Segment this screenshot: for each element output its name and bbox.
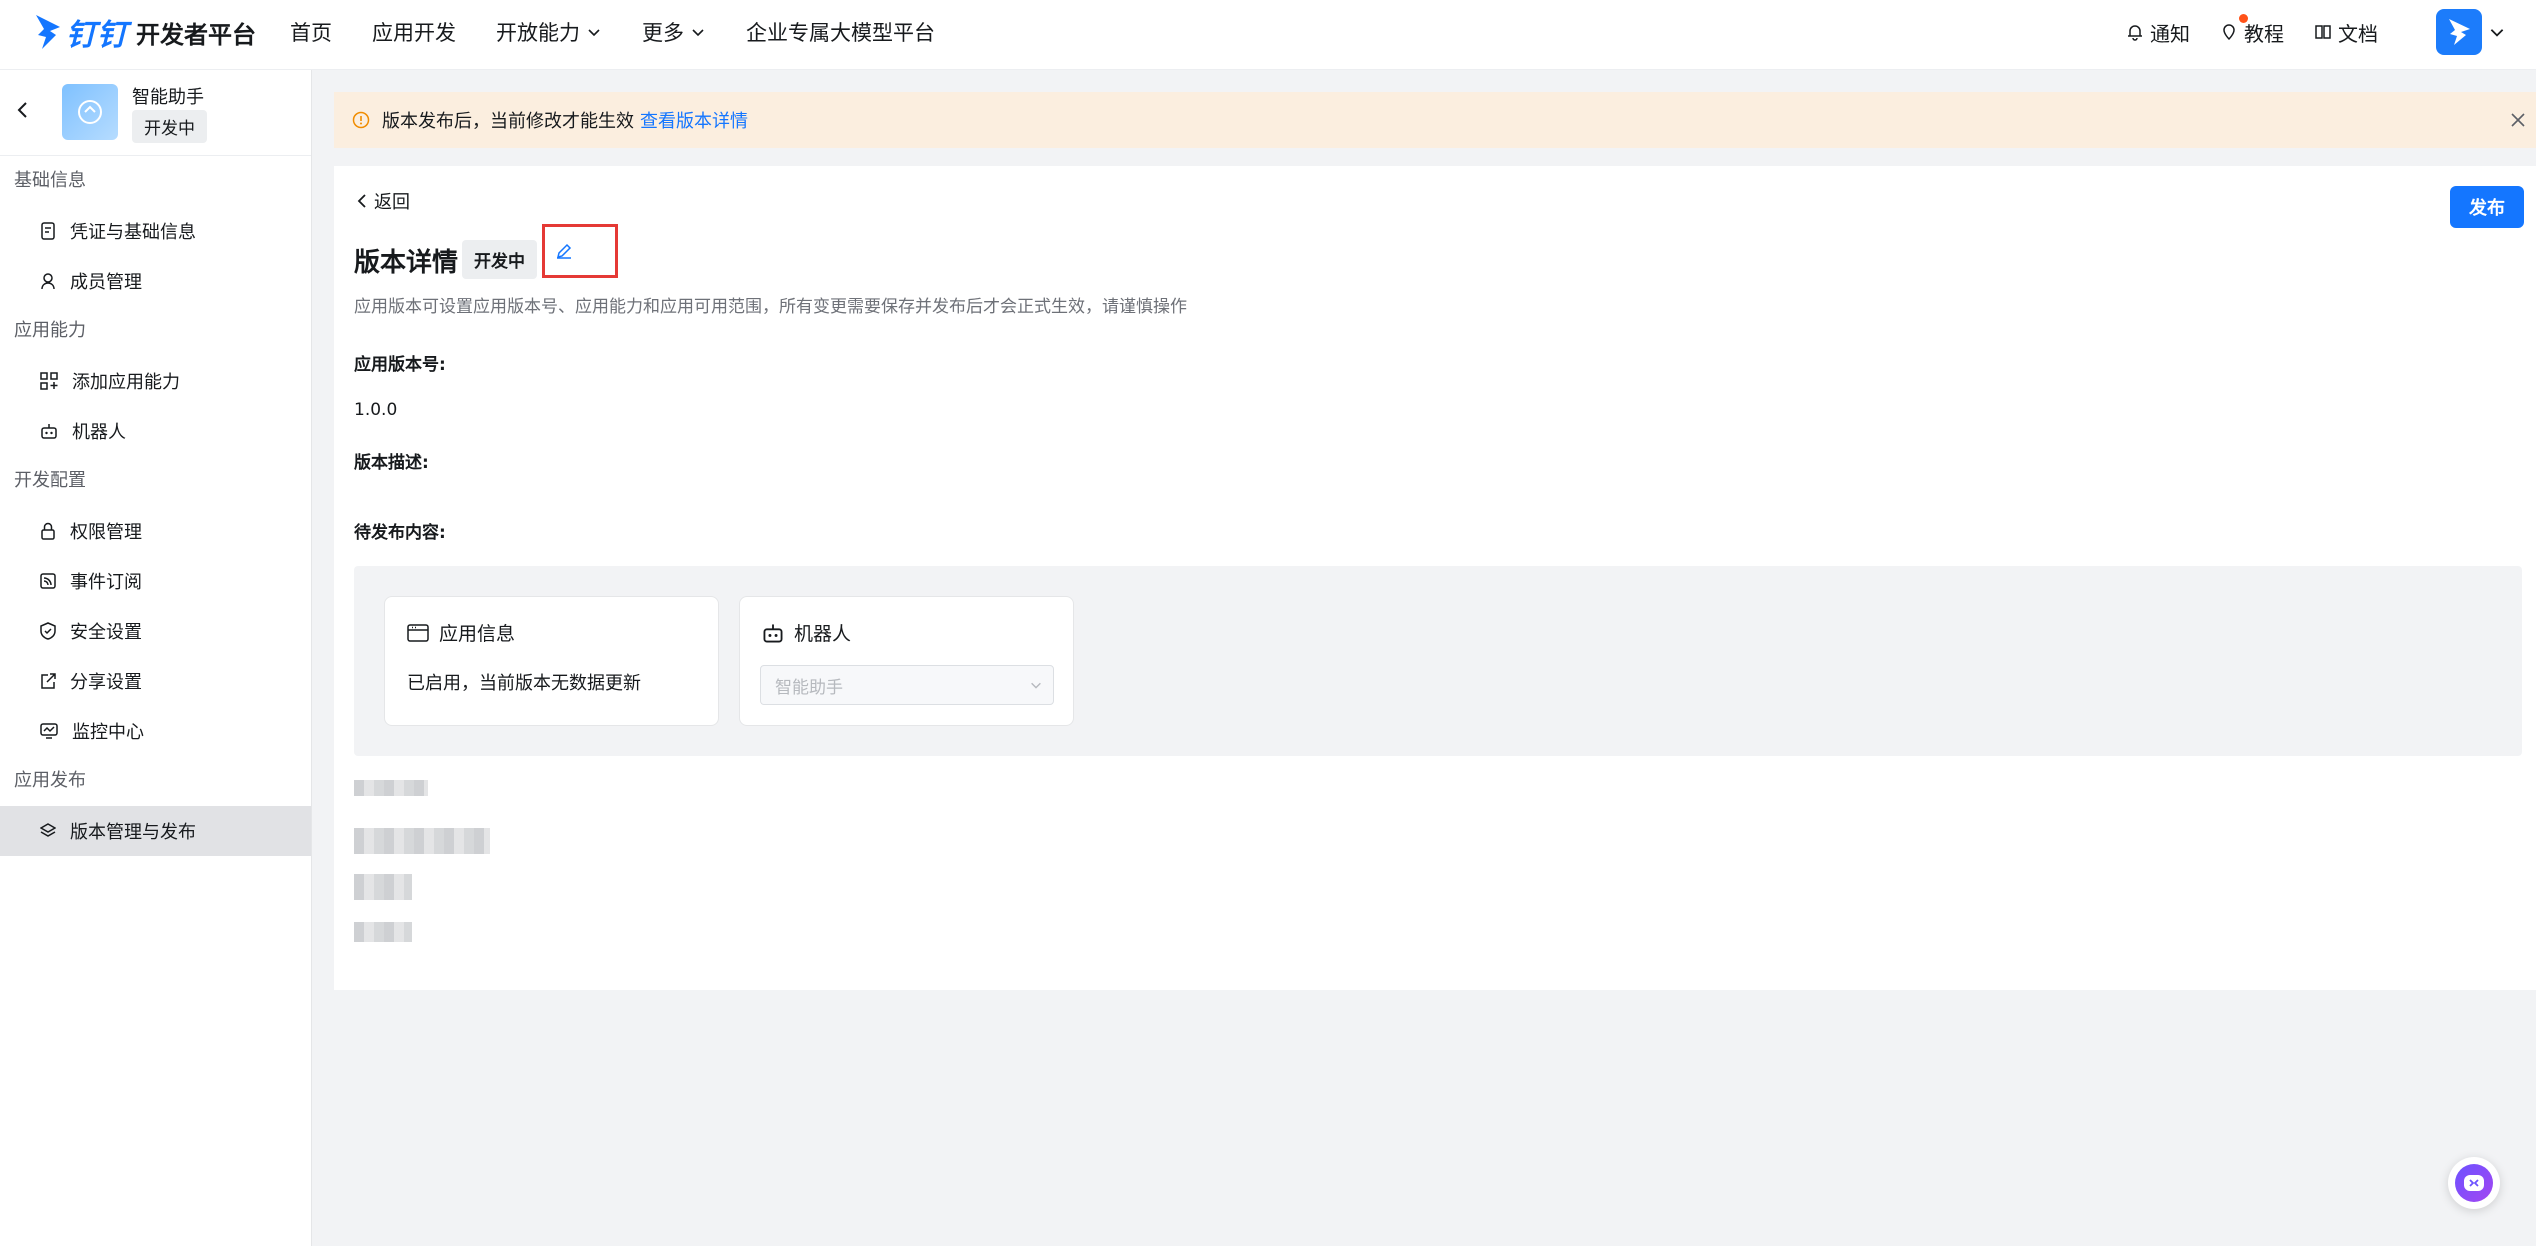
robot-title: 机器人 [762,619,851,646]
dingtalk-logo[interactable]: 钉钉 开发者平台 [34,12,256,53]
sidebar-item-share[interactable]: 分享设置 [0,656,311,706]
nav-home[interactable]: 首页 [290,17,332,47]
monitor-icon [40,723,58,739]
dingtalk-bird-icon [36,15,60,49]
info-icon [352,111,370,129]
main-nav: 首页 应用开发 开放能力 更多 企业专属大模型平台 [290,0,975,64]
notice-banner: 版本发布后，当前修改才能生效 查看版本详情 [334,92,2536,148]
logo-word: 钉钉 [66,18,128,53]
sidebar-item-robot[interactable]: 机器人 [0,406,311,456]
lock-icon [41,522,55,540]
rss-icon [40,573,56,589]
group-publish: 应用发布 [14,770,86,791]
sidebar-item-credentials[interactable]: 凭证与基础信息 [0,206,311,256]
sidebar-item-add-capability[interactable]: 添加应用能力 [0,356,311,406]
nav-more[interactable]: 更多 [642,17,706,47]
docs-button[interactable]: 文档 [2314,18,2378,47]
group-app-capability: 应用能力 [14,320,86,341]
robot-icon [763,623,783,642]
chevron-down-icon [588,29,600,37]
header-actions: 通知 教程 文档 [2126,0,2536,64]
nav-open-capability[interactable]: 开放能力 [496,17,602,47]
browser-window-icon [407,623,429,642]
platform-title: 开发者平台 [136,20,256,49]
app-header: 智能助手 开发中 [0,70,311,156]
app-status-badge: 开发中 [132,110,207,143]
shield-icon [40,622,56,640]
chevron-down-icon [692,29,704,37]
layers-icon [40,823,56,837]
back-arrow-icon[interactable] [16,100,30,120]
app-info-text: 已启用，当前版本无数据更新 [407,673,641,694]
redacted-block [354,922,412,942]
app-name: 智能助手 [132,87,204,108]
app-info-card: 应用信息 已启用，当前版本无数据更新 [384,596,719,726]
chevron-down-icon [2490,29,2504,37]
redacted-block [354,828,490,854]
sidebar-item-members[interactable]: 成员管理 [0,256,311,306]
pending-content-area: 应用信息 已启用，当前版本无数据更新 机器人 智能助手 [354,566,2522,756]
nav-enterprise-llm[interactable]: 企业专属大模型平台 [746,17,935,47]
assistant-float-button[interactable] [2448,1157,2500,1209]
pending-content-label: 待发布内容: [354,523,446,543]
page-title: 版本详情 [354,248,459,278]
version-number-label: 应用版本号: [354,355,446,375]
sidebar-item-events[interactable]: 事件订阅 [0,556,311,606]
sidebar-item-version-publish[interactable]: 版本管理与发布 [0,806,311,856]
sidebar-item-permissions[interactable]: 权限管理 [0,506,311,556]
chevron-down-icon [1031,682,1041,689]
app-icon [62,84,118,140]
robot-icon [41,424,57,439]
version-desc-label: 版本描述: [354,453,429,473]
sidebar-item-monitor[interactable]: 监控中心 [0,706,311,756]
robot-select[interactable]: 智能助手 [760,665,1054,705]
notice-text: 版本发布后，当前修改才能生效 [382,111,634,132]
share-icon [41,673,56,689]
view-version-link[interactable]: 查看版本详情 [640,107,748,133]
unread-dot [2239,13,2248,23]
document-icon [41,222,55,240]
close-icon[interactable] [2508,110,2528,130]
back-button[interactable]: 返回 [356,188,410,214]
notify-label: 通知 [2150,21,2190,46]
bell-icon [2128,25,2142,41]
user-icon [41,273,55,290]
edit-icon[interactable] [555,242,573,260]
dingtalk-bird-icon [2449,19,2470,45]
app-logo-icon [78,100,102,124]
chat-bot-icon [2455,1164,2493,1202]
apps-add-icon [40,372,58,390]
publish-button[interactable]: 发布 [2450,186,2524,228]
status-badge: 开发中 [462,240,537,279]
redacted-block [354,780,428,796]
book-icon [2315,25,2331,39]
notify-button[interactable]: 通知 [2126,18,2190,47]
version-detail-card: 返回 发布 版本详情 开发中 应用版本可设置应用版本号、应用能力和应用可用范围，… [334,166,2536,990]
user-menu[interactable] [2436,9,2506,55]
sidebar: 智能助手 开发中 基础信息 凭证与基础信息 成员管理 应用能力 添加应用能力 机… [0,70,312,1246]
avatar [2436,9,2482,55]
page-description: 应用版本可设置应用版本号、应用能力和应用可用范围，所有变更需要保存并发布后才会正… [354,297,1187,317]
docs-label: 文档 [2338,21,2378,46]
group-dev-config: 开发配置 [14,470,86,491]
app-info-title: 应用信息 [407,619,515,646]
top-navbar: 钉钉 开发者平台 首页 应用开发 开放能力 更多 企业专属大模型平台 通知 教程… [0,0,2536,70]
chevron-left-icon [357,194,366,208]
tutorial-button[interactable]: 教程 [2220,13,2284,47]
edit-highlight [542,224,618,278]
pin-icon [2223,24,2235,41]
tutorial-label: 教程 [2244,21,2284,46]
group-basic-info: 基础信息 [14,170,86,191]
robot-card: 机器人 智能助手 [739,596,1074,726]
redacted-block [354,874,412,900]
nav-app-dev[interactable]: 应用开发 [372,17,456,47]
version-number-value: 1.0.0 [354,400,398,420]
sidebar-item-security[interactable]: 安全设置 [0,606,311,656]
